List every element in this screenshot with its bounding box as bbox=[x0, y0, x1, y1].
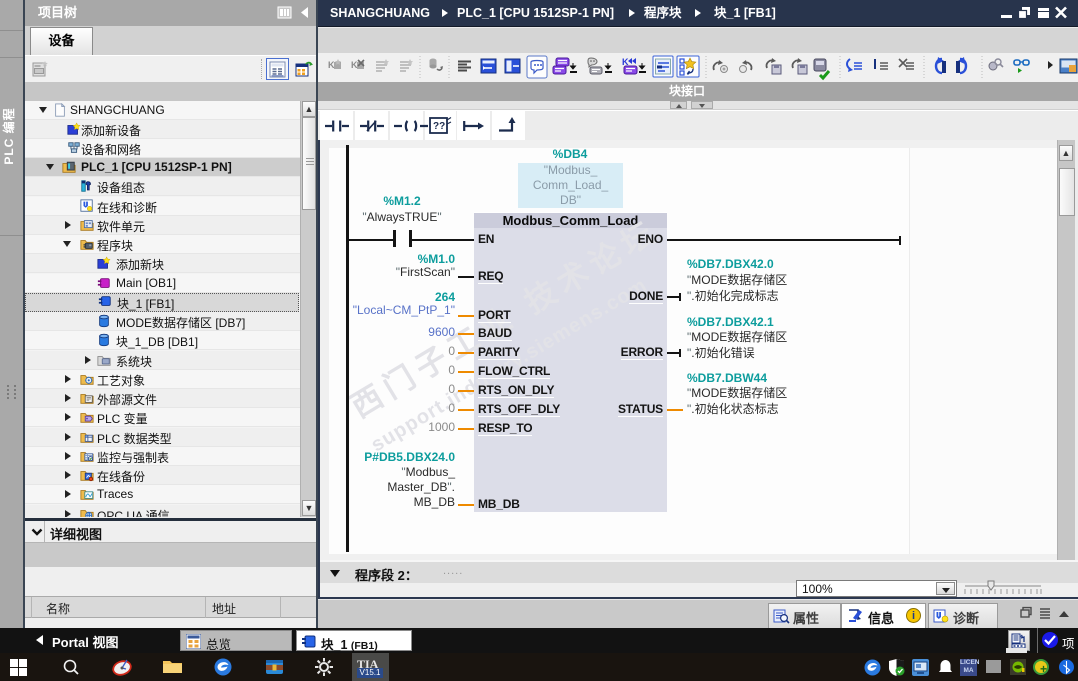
svg-text:K: K bbox=[328, 60, 335, 70]
svg-text:K: K bbox=[351, 60, 358, 70]
svg-text:??: ?? bbox=[433, 121, 445, 132]
